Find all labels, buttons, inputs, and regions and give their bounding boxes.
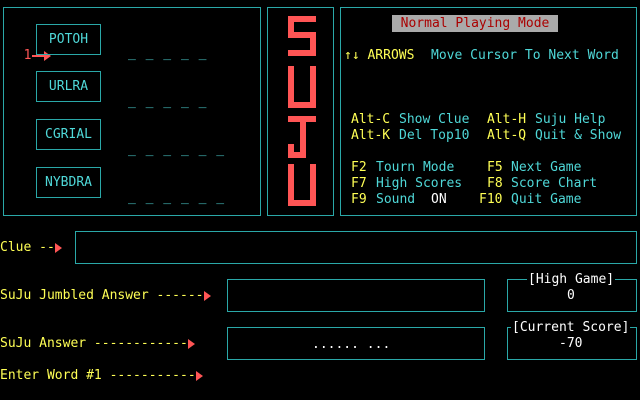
suju-answer-field[interactable]: ...... ... (227, 327, 485, 360)
jumbled-arrow-icon (203, 290, 211, 301)
arrows-key: ↑↓ ARROWS (344, 48, 415, 63)
mode-title: Normal Playing Mode (392, 15, 558, 32)
shortcut-key-f10: F10 (479, 192, 503, 207)
clue-label: Clue -- (0, 240, 62, 256)
high-game-value: 0 (567, 288, 575, 303)
logo-letter-u (288, 66, 316, 108)
suju-logo-icon (288, 16, 316, 206)
shortcut-key-f5: F5 (487, 160, 503, 175)
shortcut-key-f7: F7 (351, 176, 367, 191)
shortcut-key-f9: F9 (351, 192, 367, 207)
word-slot-3[interactable]: CGRIAL (36, 119, 101, 150)
word-slot-2[interactable]: URLRA (36, 71, 101, 102)
current-score-title: [Current Score] (511, 320, 631, 336)
clue-arrow-icon (54, 242, 62, 253)
suju-answer-value: ...... ... (312, 337, 391, 352)
logo-letter-s (288, 16, 316, 56)
word-pointer-number: 1 (23, 48, 32, 63)
shortcut-key-alt-c: Alt-C (351, 112, 391, 127)
word-slot-4[interactable]: NYBDRA (36, 167, 101, 198)
suju-answer-label: SuJu Answer ------------ (0, 336, 195, 352)
word-blanks-4: _ _ _ _ _ _ (128, 190, 226, 205)
shortcut-desc-alt-q: Quit & Show (535, 128, 622, 143)
word-blanks-2: _ _ _ _ _ (128, 94, 208, 109)
sound-state: ON (431, 192, 447, 207)
current-score-value: -70 (559, 336, 583, 351)
jumbled-answer-field[interactable] (227, 279, 485, 312)
clue-field[interactable] (75, 231, 637, 264)
shortcut-desc-f5: Next Game (511, 160, 582, 175)
shortcut-key-f2: F2 (351, 160, 367, 175)
shortcut-desc-f10: Quit Game (511, 192, 582, 207)
high-game-title: [High Game] (527, 272, 616, 288)
shortcut-key-alt-k: Alt-K (351, 128, 391, 143)
logo-letter-j (288, 116, 316, 158)
enter-arrow-icon (195, 370, 203, 381)
shortcut-key-alt-q: Alt-Q (487, 128, 527, 143)
enter-word-label: Enter Word #1 ----------- (0, 368, 203, 384)
word-slot-1[interactable]: POTOH (36, 24, 101, 55)
shortcut-desc-alt-k: Del Top10 (399, 128, 470, 143)
shortcut-desc-f7: High Scores (376, 176, 463, 191)
arrows-desc: Move Cursor To Next Word (431, 48, 619, 63)
logo-text (282, 14, 322, 210)
shortcut-desc-f2: Tourn Mode (376, 160, 455, 175)
shortcut-desc-alt-h: Suju Help (535, 112, 606, 127)
logo-letter-u-2 (288, 164, 316, 206)
answer-arrow-icon (187, 338, 195, 349)
shortcut-desc-f9: Sound (376, 192, 416, 207)
word-blanks-3: _ _ _ _ _ _ (128, 142, 226, 157)
jumbled-answer-label: SuJu Jumbled Answer ------ (0, 288, 211, 304)
shortcut-key-f8: F8 (487, 176, 503, 191)
shortcut-desc-alt-c: Show Clue (399, 112, 470, 127)
shortcut-desc-f8: Score Chart (511, 176, 598, 191)
shortcut-key-alt-h: Alt-H (487, 112, 527, 127)
word-blanks-1: _ _ _ _ _ (128, 46, 208, 61)
